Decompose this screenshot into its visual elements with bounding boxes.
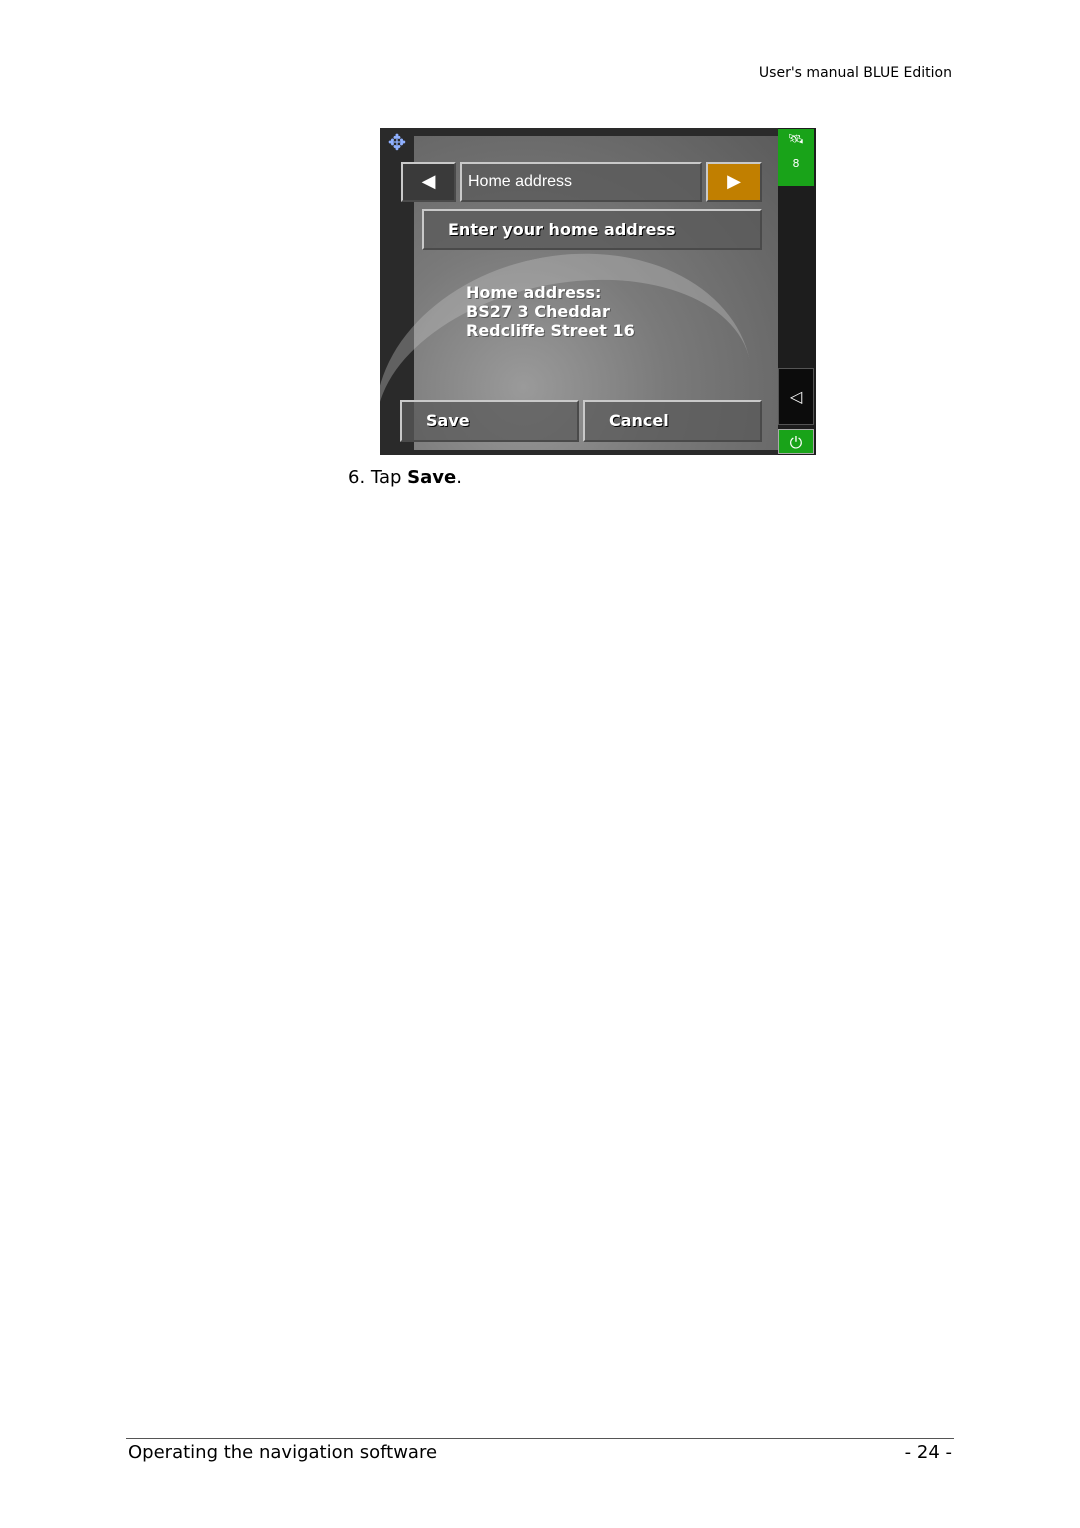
gps-status[interactable]: 🛰 8 (778, 129, 814, 186)
next-button[interactable]: ▶ (706, 162, 762, 202)
enter-home-address-button[interactable]: Enter your home address (422, 209, 762, 250)
back-button[interactable]: ◁ (778, 368, 814, 425)
address-line: Home address: (466, 283, 602, 302)
step-suffix: . (456, 467, 462, 488)
compass-arrows-icon[interactable]: ✥ (384, 132, 410, 156)
step-prefix: Tap (370, 467, 408, 488)
save-button[interactable]: Save (400, 400, 579, 442)
title-field: Home address (460, 162, 702, 202)
footer-section: Operating the navigation software (128, 1442, 438, 1463)
manual-page: User's manual BLUE Edition ✥ ◀ Home addr… (0, 0, 1080, 1528)
footer-divider (126, 1438, 954, 1439)
step-number: 6. (348, 467, 366, 488)
address-line: BS27 3 Cheddar (466, 302, 610, 321)
home-address-text: Home address: BS27 3 Cheddar Redcliffe S… (466, 283, 635, 340)
satellite-icon: 🛰 (787, 132, 805, 147)
power-status[interactable]: ⏻ (778, 429, 814, 454)
left-arrow-icon: ◀ (421, 171, 436, 192)
page-header: User's manual BLUE Edition (758, 65, 952, 81)
cancel-button[interactable]: Cancel (583, 400, 762, 442)
previous-button[interactable]: ◀ (401, 162, 456, 202)
back-triangle-icon: ◁ (789, 387, 803, 406)
address-line: Redcliffe Street 16 (466, 321, 635, 340)
page-number: - 24 - (904, 1442, 952, 1463)
step-bold: Save (407, 467, 457, 488)
right-arrow-icon: ▶ (727, 171, 741, 192)
step-instruction: 6. Tap Save. (348, 467, 462, 488)
satellite-count: 8 (792, 157, 800, 170)
power-plug-icon: ⏻ (789, 433, 803, 452)
device-screenshot: ✥ ◀ Home address ▶ Enter your home addre… (380, 128, 816, 455)
